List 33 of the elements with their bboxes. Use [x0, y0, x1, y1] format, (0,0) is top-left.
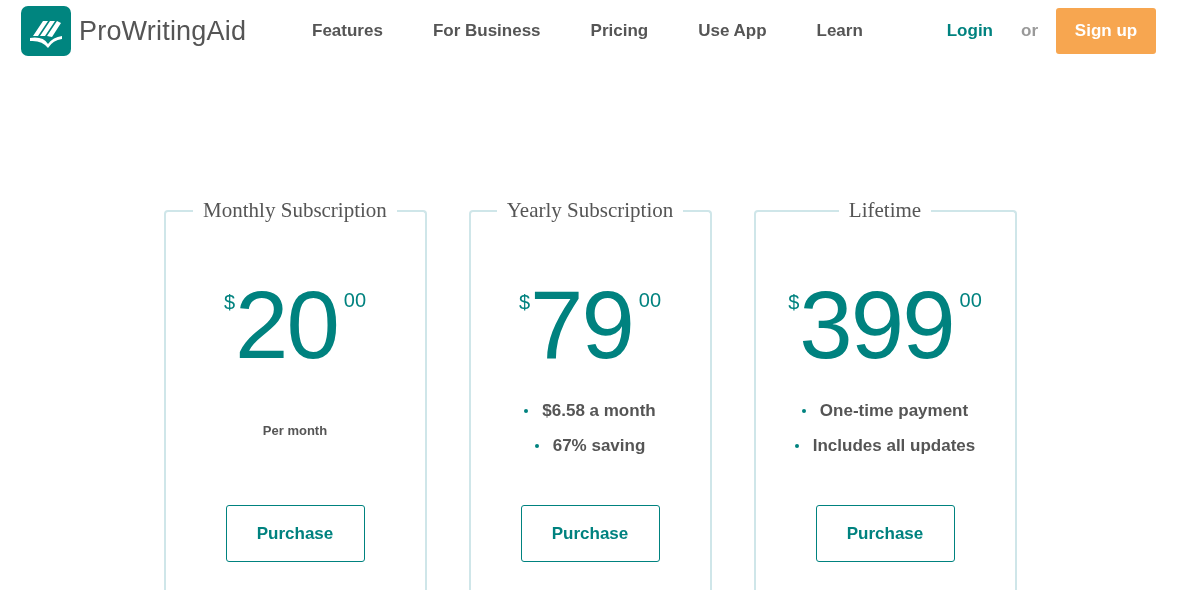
logo-icon[interactable] — [21, 6, 71, 56]
billing-note: Per month — [262, 423, 328, 438]
plan-perk: One-time payment — [819, 400, 969, 421]
price-amount: 79 — [530, 277, 633, 373]
purchase-button[interactable]: Purchase — [520, 505, 660, 562]
nav-link[interactable]: Features — [312, 21, 383, 41]
or-text: or — [1021, 21, 1038, 41]
nav-link[interactable]: Use App — [698, 21, 767, 41]
price-cents: 00 — [638, 289, 662, 312]
currency-symbol: $ — [518, 291, 531, 313]
currency-symbol: $ — [223, 291, 236, 313]
login-link[interactable]: Login — [946, 21, 993, 41]
purchase-button[interactable]: Purchase — [225, 505, 365, 562]
bullet-icon — [801, 408, 806, 413]
brand-name: ProWritingAid — [79, 15, 247, 47]
plan-perk: 67% saving — [552, 435, 646, 456]
price-amount: 399 — [799, 277, 954, 373]
bullet-icon — [794, 443, 799, 448]
plan-title: Yearly Subscription — [505, 198, 675, 223]
plan-title: Monthly Subscription — [202, 198, 388, 223]
price-cents: 00 — [343, 289, 367, 312]
nav-link[interactable]: For Business — [432, 21, 541, 41]
bullet-icon — [534, 443, 539, 448]
bullet-icon — [524, 408, 529, 413]
purchase-button[interactable]: Purchase — [815, 505, 955, 562]
nav-link[interactable]: Pricing — [590, 21, 649, 41]
currency-symbol: $ — [788, 291, 800, 313]
price-cents: 00 — [959, 289, 982, 312]
plan-perk: Includes all updates — [812, 435, 976, 456]
price-amount: 20 — [235, 277, 338, 373]
nav-link[interactable]: Learn — [816, 21, 863, 41]
plan-perk: $6.58 a month — [542, 400, 656, 421]
plan-title: Lifetime — [847, 198, 923, 223]
